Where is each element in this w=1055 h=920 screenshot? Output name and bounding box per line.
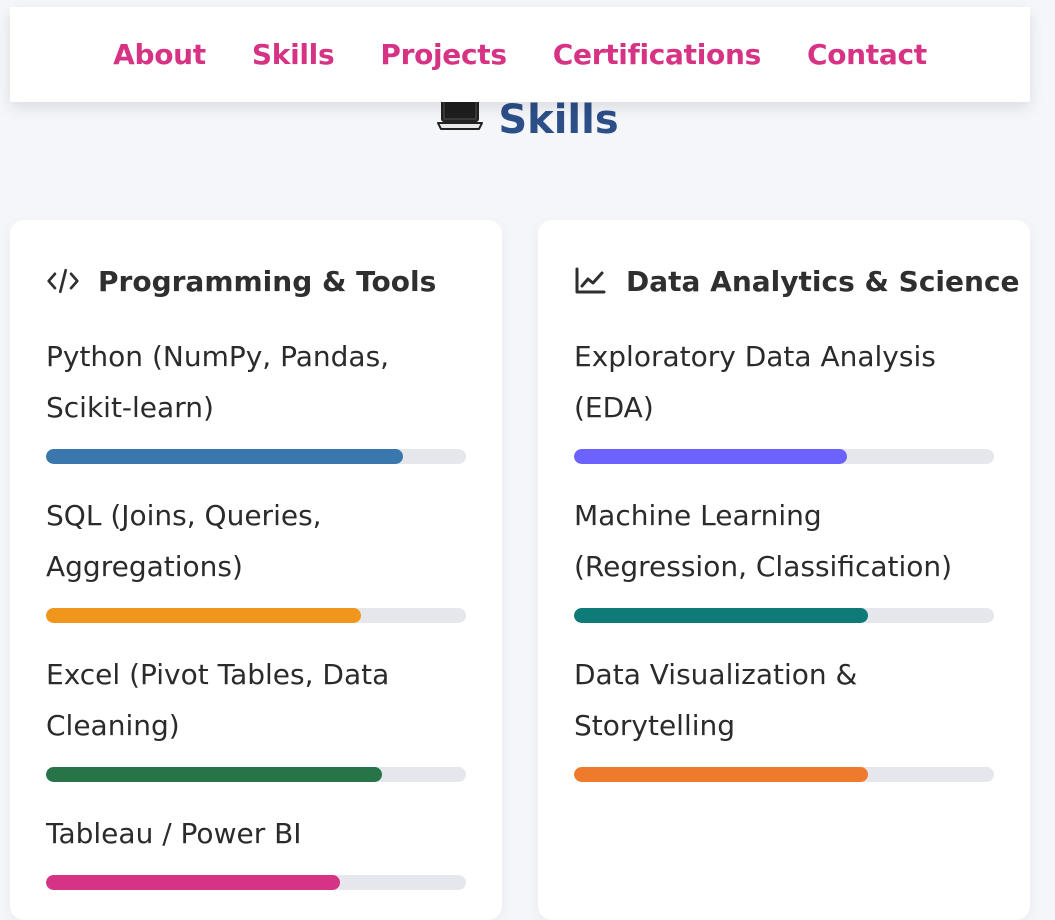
section-title: Skills	[498, 97, 619, 143]
skill-progress-track	[574, 449, 994, 464]
nav-link-projects[interactable]: Projects	[380, 38, 507, 71]
skill-progress-fill	[574, 449, 847, 464]
skill-progress-track	[46, 767, 466, 782]
card-header: Programming & Tools	[46, 264, 436, 298]
code-icon	[46, 264, 80, 298]
skill-progress-fill	[574, 767, 868, 782]
card-title: Programming & Tools	[98, 264, 437, 298]
skills-card-data-analytics: Data Analytics & Science Exploratory Dat…	[538, 220, 1030, 920]
skill-progress-track	[574, 608, 994, 623]
skill-label: Tableau / Power BI	[46, 817, 302, 850]
card-header: Data Analytics & Science	[574, 264, 1020, 298]
skill-label: SQL (Joins, Queries, Aggregations)	[46, 499, 322, 583]
top-nav: About Skills Projects Certifications Con…	[10, 7, 1030, 102]
skill-progress-track	[574, 767, 994, 782]
section-heading: Skills	[0, 96, 1055, 145]
skill-item: Python (NumPy, Pandas, Scikit-learn)	[46, 331, 466, 464]
skill-progress-track	[46, 608, 466, 623]
skill-progress-fill	[46, 767, 382, 782]
skill-progress-fill	[46, 608, 361, 623]
nav-link-contact[interactable]: Contact	[807, 38, 927, 71]
skill-progress-fill	[46, 875, 340, 890]
nav-link-about[interactable]: About	[113, 38, 206, 71]
skill-item: Excel (Pivot Tables, Data Cleaning)	[46, 649, 466, 782]
skill-item: SQL (Joins, Queries, Aggregations)	[46, 490, 466, 623]
skill-item: Machine Learning (Regression, Classifica…	[574, 490, 994, 623]
skill-progress-track	[46, 449, 466, 464]
skill-label: Python (NumPy, Pandas, Scikit-learn)	[46, 340, 390, 424]
card-title: Data Analytics & Science	[626, 264, 1020, 298]
skill-label: Data Visualization & Storytelling	[574, 658, 858, 742]
skill-item: Tableau / Power BI	[46, 808, 466, 890]
skill-item: Exploratory Data Analysis (EDA)	[574, 331, 994, 464]
skill-progress-fill	[574, 608, 868, 623]
skill-label: Exploratory Data Analysis (EDA)	[574, 340, 936, 424]
nav-link-certifications[interactable]: Certifications	[553, 38, 762, 71]
skill-item: Data Visualization & Storytelling	[574, 649, 994, 782]
nav-link-skills[interactable]: Skills	[252, 38, 335, 71]
skill-progress-fill	[46, 449, 403, 464]
chart-line-icon	[574, 264, 608, 298]
skill-label: Excel (Pivot Tables, Data Cleaning)	[46, 658, 390, 742]
skill-progress-track	[46, 875, 466, 890]
skill-label: Machine Learning (Regression, Classifica…	[574, 499, 953, 583]
skills-card-programming: Programming & Tools Python (NumPy, Panda…	[10, 220, 502, 920]
